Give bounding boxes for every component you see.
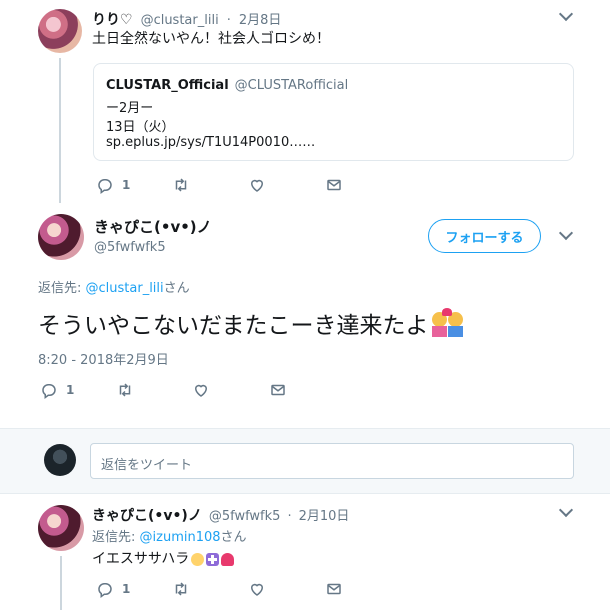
thread-line [59, 58, 61, 203]
display-name[interactable]: りり♡ [92, 9, 133, 29]
display-name[interactable]: きゃぴこ(•v•)ノ [94, 216, 212, 237]
like-icon [194, 384, 208, 397]
reply-button[interactable]: 1 [96, 176, 130, 194]
cross-emoji [206, 552, 220, 566]
avatar[interactable] [38, 9, 82, 53]
dot-separator: · [287, 509, 292, 524]
quote-display-name: CLUSTAR_Official [106, 78, 229, 93]
tweet-date[interactable]: 2月10日 [299, 505, 350, 524]
quote-handle: @CLUSTARofficial [234, 78, 349, 93]
like-icon [250, 179, 264, 192]
retweet-button[interactable] [172, 176, 190, 194]
reply-count: 1 [122, 178, 131, 192]
handle[interactable]: @clustar_lili [141, 13, 219, 28]
tweet-text: そういやこないだまたこーき達来たよ [38, 313, 429, 339]
handle[interactable]: @5fwfwfk5 [209, 509, 281, 524]
retweet-icon [175, 178, 187, 192]
reply-button[interactable]: 1 [40, 381, 74, 399]
angel-emoji [191, 552, 205, 566]
avatar[interactable] [38, 214, 84, 260]
like-button[interactable] [192, 381, 210, 399]
quote-line-3: sp.eplus.jp/sys/T1U14P0010…… [106, 135, 316, 150]
dm-button[interactable] [269, 381, 287, 399]
dm-icon [271, 384, 285, 396]
quote-tweet-card[interactable]: CLUSTAR_Official @CLUSTARofficial ー2月ー 1… [93, 63, 574, 161]
replying-suffix: さん [163, 281, 190, 296]
retweet-icon [175, 582, 187, 596]
reply-icon [98, 583, 112, 598]
tweet-text: イエスササハラ [92, 551, 190, 567]
reply-icon [42, 384, 56, 399]
replying-to: 返信先: @clustar_liliさん [38, 277, 190, 296]
tweet-timestamp[interactable]: 8:20 - 2018年2月9日 [38, 349, 169, 368]
retweet-icon [119, 383, 131, 397]
reply-icon [98, 179, 112, 194]
tweet-text-wrap: そういやこないだまたこーき達来たよ [38, 306, 465, 340]
quote-line-2: 13日（火） [106, 120, 175, 135]
follow-button[interactable]: フォローする [428, 219, 541, 253]
retweet-button[interactable] [172, 580, 190, 598]
handle[interactable]: @5fwfwfk5 [94, 240, 166, 255]
heart-emoji [221, 552, 235, 566]
quote-line-1: ー2月ー [106, 101, 154, 116]
reply-count: 1 [66, 383, 75, 397]
reply-button[interactable]: 1 [96, 580, 130, 598]
display-name[interactable]: きゃぴこ(•v•)ノ [92, 505, 202, 525]
replying-handle[interactable]: @izumin108 [140, 530, 221, 545]
avatar[interactable] [38, 505, 84, 551]
chevron-down-icon[interactable] [558, 225, 574, 241]
dot-separator: · [226, 13, 231, 28]
replying-to: 返信先: @izumin108さん [92, 526, 247, 545]
dm-button[interactable] [325, 580, 343, 598]
replying-prefix: 返信先: [38, 281, 86, 296]
replying-suffix: さん [220, 530, 247, 545]
couple-emoji [431, 308, 465, 338]
tweet-text-wrap: イエスササハラ [92, 548, 235, 568]
retweet-button[interactable] [116, 381, 134, 399]
dm-button[interactable] [325, 176, 343, 194]
like-button[interactable] [248, 176, 266, 194]
replying-handle[interactable]: @clustar_lili [86, 281, 164, 296]
dm-icon [327, 583, 341, 595]
thread-line [60, 556, 62, 610]
current-user-avatar[interactable] [44, 444, 76, 476]
tweet-text: 土日全然ないやん！社会人ゴロシめ！ [92, 31, 330, 47]
replying-prefix: 返信先: [92, 530, 140, 545]
dm-icon [327, 179, 341, 191]
reply-input[interactable]: 返信をツイート [90, 443, 574, 479]
chevron-down-icon[interactable] [558, 502, 574, 518]
chevron-down-icon[interactable] [558, 6, 574, 22]
tweet-date[interactable]: 2月8日 [239, 9, 282, 28]
like-button[interactable] [248, 580, 266, 598]
reply-count: 1 [122, 582, 131, 596]
like-icon [250, 583, 264, 596]
